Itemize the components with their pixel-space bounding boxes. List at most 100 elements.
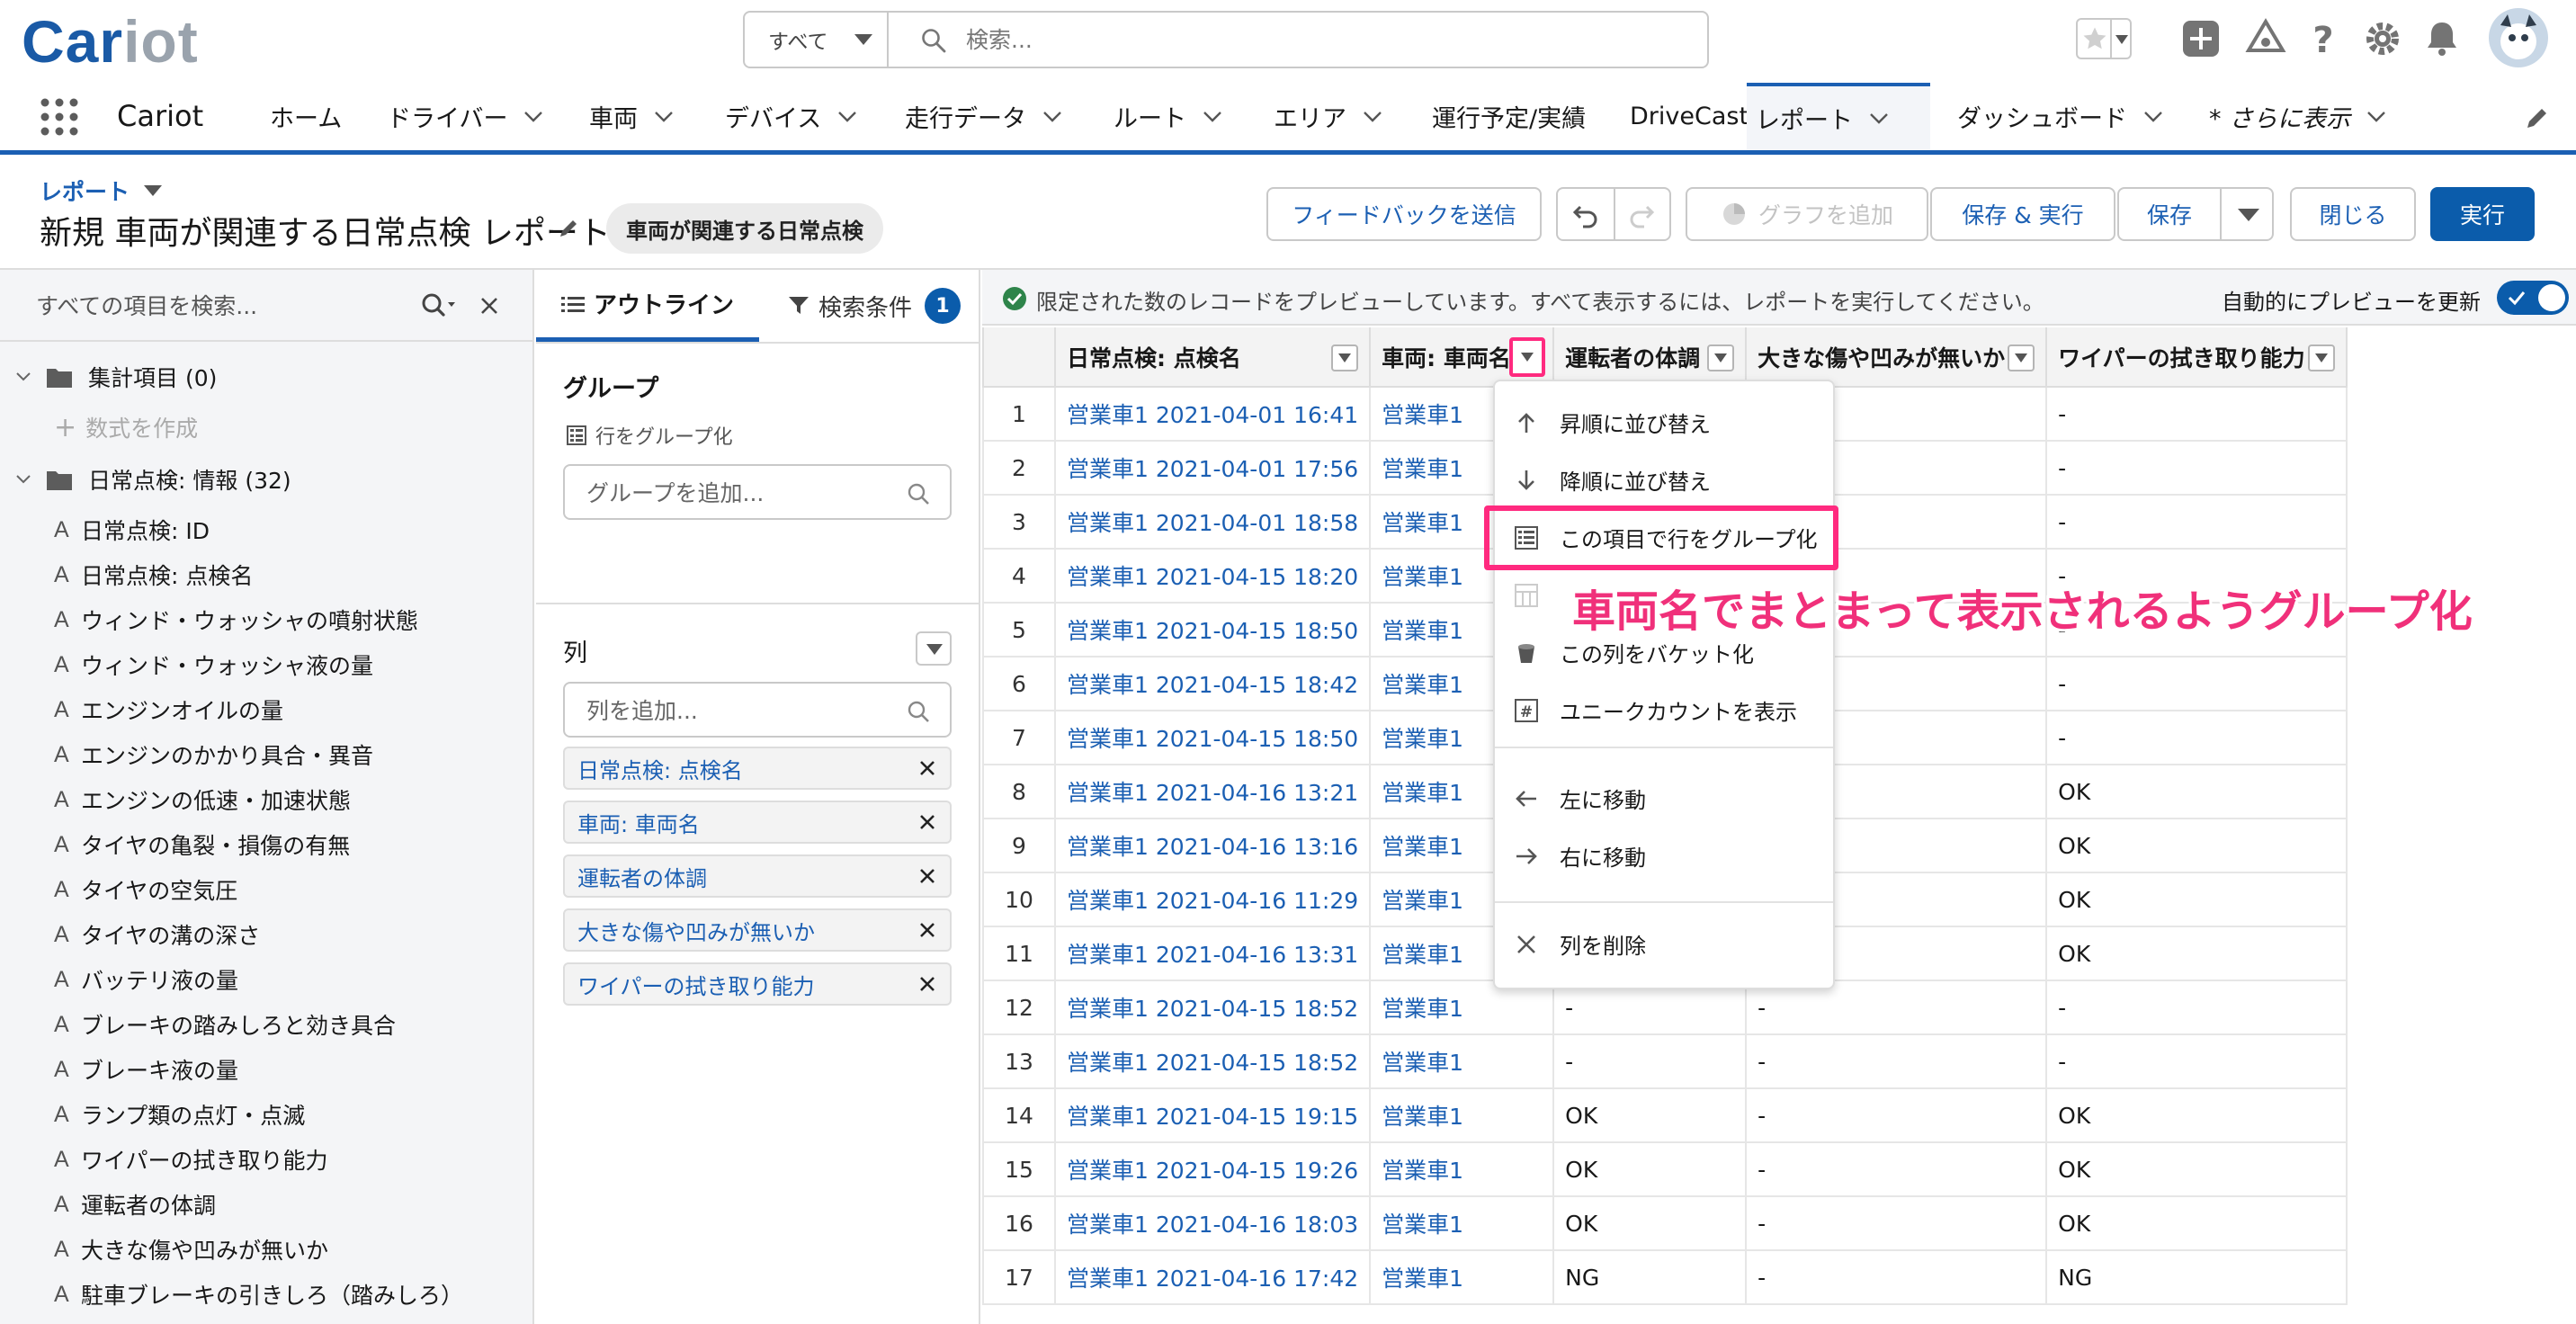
field-item[interactable]: A 大きな傷や凹みが無いか bbox=[54, 1229, 328, 1270]
table-cell[interactable]: 営業車1 2021-04-15 19:15 bbox=[1053, 1088, 1372, 1143]
table-cell[interactable]: 営業車1 2021-04-15 18:20 bbox=[1053, 549, 1372, 604]
remove-column-icon[interactable] bbox=[917, 812, 937, 832]
edit-title-icon[interactable] bbox=[558, 216, 581, 239]
field-item[interactable]: A 駐車ブレーキの引きしろ（踏みしろ） bbox=[54, 1274, 463, 1315]
redo-icon[interactable] bbox=[1628, 201, 1655, 228]
table-cell[interactable]: 営業車1 2021-04-15 18:50 bbox=[1053, 603, 1372, 658]
run-button[interactable]: 実行 bbox=[2430, 187, 2535, 241]
feedback-button[interactable]: フィードバックを送信 bbox=[1266, 187, 1542, 241]
column-pill[interactable]: 運転者の体調 bbox=[563, 854, 952, 898]
table-cell[interactable]: 営業車1 2021-04-01 16:41 bbox=[1053, 387, 1372, 442]
nav-item-3[interactable]: デバイス bbox=[725, 83, 857, 150]
column-pill[interactable]: ワイパーの拭き取り能力 bbox=[563, 962, 952, 1006]
nav-item-1[interactable]: ドライバー bbox=[387, 83, 543, 150]
table-cell[interactable]: 営業車1 2021-04-16 18:03 bbox=[1053, 1196, 1372, 1251]
nav-item-10[interactable]: ダッシュボード bbox=[1957, 83, 2163, 150]
table-cell[interactable]: 営業車1 2021-04-16 13:31 bbox=[1053, 926, 1372, 981]
column-menu-button[interactable] bbox=[1707, 344, 1735, 371]
columns-menu-button[interactable] bbox=[916, 631, 952, 666]
search-icon[interactable] bbox=[421, 291, 457, 320]
tab-outline[interactable]: アウトライン bbox=[536, 270, 759, 342]
menu-item-5[interactable]: # ユニークカウントを表示 bbox=[1495, 682, 1833, 738]
nav-item-8[interactable]: DriveCast bbox=[1630, 83, 1749, 150]
remove-column-icon[interactable] bbox=[917, 866, 937, 886]
column-menu-button[interactable] bbox=[2008, 344, 2035, 371]
field-item[interactable]: A エンジンの低速・加速状態 bbox=[54, 779, 351, 820]
table-cell[interactable]: 営業車1 2021-04-16 17:42 bbox=[1053, 1250, 1372, 1305]
nav-item-0[interactable]: ホーム bbox=[270, 83, 342, 150]
field-item[interactable]: A 運転者の体調 bbox=[54, 1184, 216, 1225]
remove-column-icon[interactable] bbox=[917, 974, 937, 994]
field-item[interactable]: A エンジンのかかり具合・異音 bbox=[54, 734, 373, 775]
create-formula-button[interactable]: + 数式を作成 bbox=[54, 407, 198, 448]
tab-filters[interactable]: 検索条件 1 bbox=[768, 270, 980, 342]
chevron-down-icon[interactable] bbox=[2238, 209, 2259, 221]
trailhead-icon[interactable] bbox=[2245, 18, 2286, 59]
close-button[interactable]: 閉じる bbox=[2290, 187, 2416, 241]
help-icon[interactable]: ? bbox=[2303, 18, 2344, 59]
remove-column-icon[interactable] bbox=[917, 920, 937, 940]
table-cell[interactable]: 営業車1 bbox=[1369, 1250, 1555, 1305]
close-icon[interactable] bbox=[480, 297, 498, 315]
save-button[interactable]: 保存 bbox=[2119, 189, 2220, 239]
nav-item-4[interactable]: 走行データ bbox=[905, 83, 1062, 150]
field-item[interactable]: A 日常点検: 点検名 bbox=[54, 554, 253, 595]
gear-icon[interactable] bbox=[2362, 18, 2403, 59]
breadcrumb[interactable]: レポート bbox=[40, 174, 163, 207]
table-cell[interactable]: 営業車1 2021-04-01 18:58 bbox=[1053, 495, 1372, 550]
avatar[interactable] bbox=[2488, 7, 2549, 68]
search-scope-select[interactable]: すべて bbox=[745, 13, 889, 67]
nav-item-6[interactable]: エリア bbox=[1274, 83, 1382, 150]
summary-folder[interactable]: 集計項目 (0) bbox=[16, 356, 217, 398]
column-pill[interactable]: 日常点検: 点検名 bbox=[563, 747, 952, 790]
table-cell[interactable]: 営業車1 bbox=[1369, 1196, 1555, 1251]
field-item[interactable]: A ウィンド・ウォッシャ液の量 bbox=[54, 644, 373, 685]
group-add-input[interactable] bbox=[586, 477, 892, 509]
nav-item-11[interactable]: * さらに表示 bbox=[2209, 83, 2386, 150]
table-cell[interactable]: 営業車1 2021-04-15 18:52 bbox=[1053, 1034, 1372, 1089]
bell-icon[interactable] bbox=[2421, 18, 2463, 59]
undo-icon[interactable] bbox=[1572, 201, 1599, 228]
table-cell[interactable]: 営業車1 2021-04-15 18:52 bbox=[1053, 980, 1372, 1035]
menu-item-1[interactable]: 降順に並び替え bbox=[1495, 452, 1833, 507]
column-menu-button[interactable] bbox=[2308, 344, 2336, 371]
menu-item-7[interactable]: 右に移動 bbox=[1495, 828, 1833, 883]
field-item[interactable]: A ウィンド・ウォッシャの噴射状態 bbox=[54, 599, 418, 640]
app-launcher-icon[interactable] bbox=[40, 97, 79, 137]
field-search-input[interactable] bbox=[36, 288, 396, 324]
table-cell[interactable]: 営業車1 bbox=[1369, 1088, 1555, 1143]
table-cell[interactable]: 営業車1 2021-04-16 11:29 bbox=[1053, 872, 1372, 927]
field-item[interactable]: A ブレーキ液の量 bbox=[54, 1049, 238, 1090]
table-cell[interactable]: 営業車1 bbox=[1369, 1034, 1555, 1089]
column-menu-button[interactable] bbox=[1509, 337, 1546, 377]
table-cell[interactable]: 営業車1 2021-04-15 18:42 bbox=[1053, 657, 1372, 711]
nav-item-2[interactable]: 車両 bbox=[589, 83, 674, 150]
field-item[interactable]: A ランプ類の点灯・点滅 bbox=[54, 1094, 305, 1135]
auto-update-toggle[interactable] bbox=[2497, 281, 2569, 315]
global-search-input[interactable] bbox=[966, 13, 1650, 67]
table-cell[interactable]: 営業車1 2021-04-15 18:50 bbox=[1053, 711, 1372, 765]
nav-item-7[interactable]: 運行予定/実績 bbox=[1432, 83, 1586, 150]
column-menu-button[interactable] bbox=[1331, 344, 1359, 371]
field-item[interactable]: A タイヤの空気圧 bbox=[54, 869, 237, 910]
column-pill[interactable]: 車両: 車両名 bbox=[563, 801, 952, 844]
field-item[interactable]: A エンジンオイルの量 bbox=[54, 689, 283, 730]
field-item[interactable]: A タイヤの亀裂・損傷の有無 bbox=[54, 824, 350, 865]
favorites-button[interactable] bbox=[2076, 18, 2132, 59]
field-item[interactable]: A ブレーキの踏みしろと効き具合 bbox=[54, 1004, 396, 1045]
table-cell[interactable]: 営業車1 2021-04-01 17:56 bbox=[1053, 441, 1372, 496]
menu-item-6[interactable]: 左に移動 bbox=[1495, 770, 1833, 826]
add-icon[interactable] bbox=[2180, 18, 2222, 59]
remove-column-icon[interactable] bbox=[917, 758, 937, 778]
field-item[interactable]: A タイヤの溝の深さ bbox=[54, 914, 260, 955]
nav-item-5[interactable]: ルート bbox=[1114, 83, 1222, 150]
menu-item-0[interactable]: 昇順に並び替え bbox=[1495, 394, 1833, 450]
menu-item-8[interactable]: 列を削除 bbox=[1495, 916, 1833, 971]
save-and-run-button[interactable]: 保存 & 実行 bbox=[1930, 187, 2115, 241]
field-item[interactable]: A ワイパーの拭き取り能力 bbox=[54, 1139, 328, 1180]
nav-item-9[interactable]: レポート bbox=[1747, 83, 1930, 150]
table-cell[interactable]: 営業車1 2021-04-15 19:26 bbox=[1053, 1142, 1372, 1197]
column-add-input[interactable] bbox=[586, 694, 892, 727]
field-item[interactable]: A バッテリ液の量 bbox=[54, 959, 238, 1000]
edit-nav-icon[interactable] bbox=[2524, 104, 2551, 131]
